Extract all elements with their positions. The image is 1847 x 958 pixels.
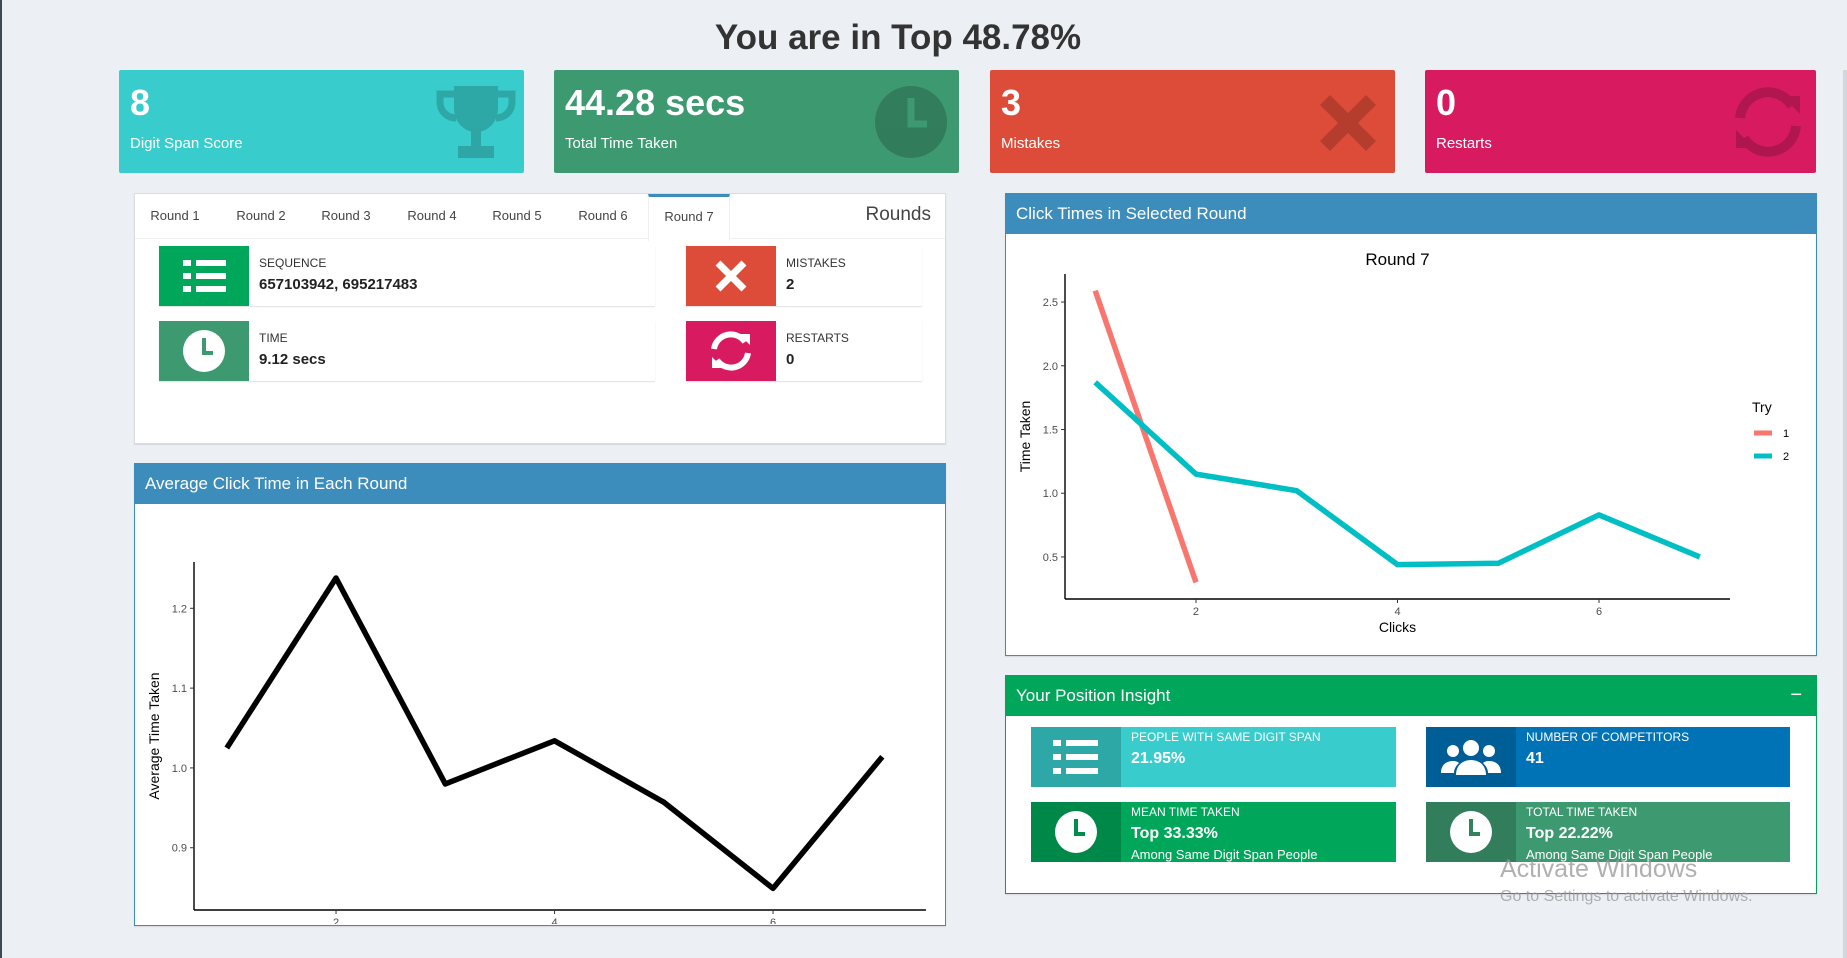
panel-title: Average Click Time in Each Round (135, 464, 945, 504)
tab-round-1[interactable]: Round 1 (135, 194, 215, 238)
refresh-icon (1735, 87, 1801, 157)
restarts-info-box: RESTARTS 0 (686, 321, 922, 381)
total-time-box: 44.28 secs Total Time Taken (554, 70, 959, 173)
list-icon (1031, 727, 1121, 787)
legend-label-1: 1 (1783, 428, 1789, 440)
total-time-rank-box: TOTAL TIME TAKEN Top 22.22% Among Same D… (1426, 802, 1790, 862)
sequence-value: 657103942, 695217483 (259, 276, 418, 293)
y-tick-label: 1.2 (172, 603, 187, 615)
value: 8 (130, 82, 151, 123)
list-icon (159, 246, 249, 306)
y-tick-label: 1.5 (1043, 424, 1058, 436)
refresh-icon (686, 321, 776, 381)
clock-icon (1426, 802, 1516, 862)
x-tick-label: 2 (333, 917, 339, 924)
x-axis-title: Clicks (1379, 619, 1416, 635)
time-info-box: TIME 9.12 secs (159, 321, 655, 381)
restarts-value: 0 (786, 351, 795, 368)
restarts-box: 0 Restarts (1425, 70, 1816, 173)
series-line-1 (224, 575, 885, 892)
activation-watermark-text: Go to Settings to activate Windows. (1500, 888, 1753, 905)
y-tick-label: 0.9 (172, 843, 187, 855)
clock-icon (1031, 802, 1121, 862)
activation-watermark-title: Activate Windows (1500, 855, 1698, 883)
x-tick-label: 4 (1394, 606, 1400, 618)
label: Mistakes (1001, 135, 1061, 152)
avg-click-time-panel: Average Click Time in Each Round 2 4 6 0.9 1… (134, 463, 946, 946)
y-axis-title: Average Time Taken (146, 672, 162, 799)
y-tick-label: 1.1 (172, 683, 187, 695)
scrollbar[interactable] (1843, 70, 1847, 958)
tab-round-7[interactable]: Round 7 (648, 194, 730, 241)
subtext: Among Same Digit Span People (1131, 847, 1318, 862)
x-tick-label: 2 (1193, 606, 1199, 618)
mistakes-box: 3 Mistakes (990, 70, 1395, 173)
click-times-panel: Click Times in Selected Round 2 4 6 0.5 1.0 1… (1005, 193, 1817, 656)
y-tick-label: 1.0 (1043, 488, 1058, 500)
label: Digit Span Score (130, 135, 243, 152)
users-icon (1426, 727, 1516, 787)
rounds-title: Rounds (865, 204, 932, 225)
avg-click-time-chart: 2460.91.01.11.2RoundsAverage Time Taken (146, 562, 926, 946)
tab-round-3[interactable]: Round 3 (306, 194, 386, 238)
legend-title: Try (1752, 399, 1772, 415)
caption: PEOPLE WITH SAME DIGIT SPAN (1131, 730, 1321, 744)
value: 21.95% (1131, 750, 1186, 767)
value: Top 33.33% (1131, 825, 1218, 842)
x-tick-label: 6 (770, 917, 776, 924)
y-tick-label: 0.5 (1043, 552, 1058, 564)
tab-round-5[interactable]: Round 5 (477, 194, 557, 238)
caption: MEAN TIME TAKEN (1131, 805, 1240, 819)
caption: NUMBER OF COMPETITORS (1526, 730, 1690, 744)
y-tick-label: 1.0 (172, 763, 187, 775)
mistakes-info-box: MISTAKES 2 (686, 246, 922, 306)
value: 44.28 secs (565, 82, 746, 123)
sequence-caption: SEQUENCE (259, 256, 327, 270)
mean-time-box: MEAN TIME TAKEN Top 33.33% Among Same Di… (1031, 802, 1396, 862)
round-tabs: Round 1 Round 2 Round 3 Round 4 Round 5 … (135, 194, 945, 241)
collapse-button[interactable]: − (1790, 676, 1802, 714)
label: Total Time Taken (565, 135, 678, 152)
tab-round-6[interactable]: Round 6 (563, 194, 643, 238)
restarts-caption: RESTARTS (786, 331, 849, 345)
competitors-box: NUMBER OF COMPETITORS 41 (1426, 727, 1790, 787)
legend-label-2: 2 (1783, 451, 1789, 463)
x-tick-label: 4 (551, 917, 557, 924)
clock-icon (875, 86, 947, 158)
series-line-2 (1093, 380, 1701, 568)
time-caption: TIME (259, 331, 288, 345)
chart-title: Round 7 (1365, 250, 1429, 269)
mistakes-caption: MISTAKES (786, 256, 846, 270)
panel-title: Click Times in Selected Round (1006, 194, 1816, 234)
label: Restarts (1436, 135, 1492, 152)
same-digit-span-box: PEOPLE WITH SAME DIGIT SPAN 21.95% (1031, 727, 1396, 787)
x-tick-label: 6 (1596, 606, 1602, 618)
tab-round-4[interactable]: Round 4 (392, 194, 472, 238)
rounds-panel: Round 1 Round 2 Round 3 Round 4 Round 5 … (134, 193, 946, 444)
y-tick-label: 2.5 (1043, 297, 1058, 309)
panel-title: Your Position Insight (1006, 676, 1816, 716)
time-value: 9.12 secs (259, 351, 326, 368)
value: Top 22.22% (1526, 825, 1613, 842)
click-times-chart: 2 4 6 0.5 1.0 1.5 2.0 2.5 Clicks Time Taken Round … (1017, 250, 1789, 635)
window-edge (0, 0, 2, 958)
close-icon (1320, 95, 1376, 151)
y-tick-label: 2.0 (1043, 361, 1058, 373)
value: 41 (1526, 750, 1544, 767)
sequence-info-box: SEQUENCE 657103942, 695217483 (159, 246, 655, 306)
trophy-icon (436, 86, 516, 158)
page-title: You are in Top 48.78% (714, 18, 1082, 57)
mistakes-value: 2 (786, 276, 795, 293)
y-axis-title: Time Taken (1017, 401, 1033, 473)
series-line-1 (1092, 289, 1199, 584)
value: 3 (1001, 82, 1022, 123)
caption: TOTAL TIME TAKEN (1526, 805, 1638, 819)
tab-round-2[interactable]: Round 2 (221, 194, 301, 238)
clock-icon (159, 321, 249, 381)
value: 0 (1436, 82, 1457, 123)
close-icon (686, 246, 776, 306)
digit-span-score-box: 8 Digit Span Score (119, 70, 524, 173)
